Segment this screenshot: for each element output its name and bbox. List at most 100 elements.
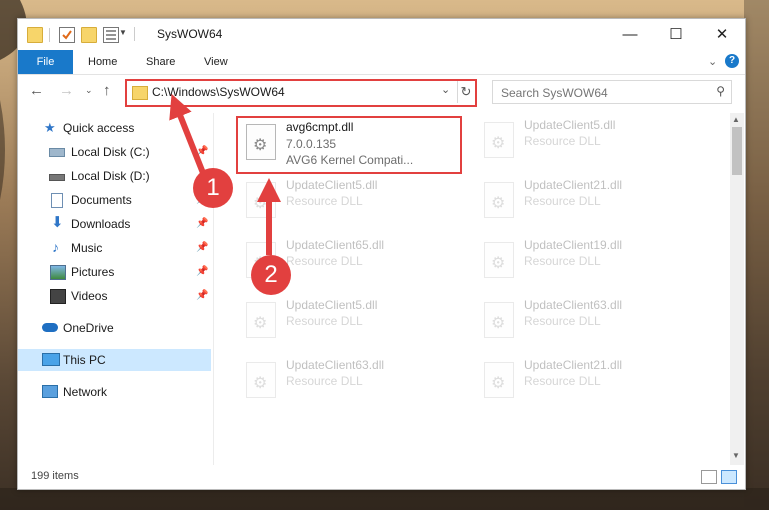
scroll-up-icon[interactable]: ▲ — [732, 115, 740, 124]
sidebar-item-onedrive[interactable]: OneDrive — [18, 317, 211, 339]
gear-icon: ⚙ — [491, 315, 506, 332]
sidebar-item-label: Local Disk (C:) — [71, 145, 150, 159]
file-item[interactable]: ⚙ UpdateClient21.dll Resource DLL — [476, 356, 706, 412]
maximize-button[interactable]: ☐ — [653, 19, 699, 50]
pin-icon[interactable]: 📌 — [196, 285, 208, 307]
scroll-thumb[interactable] — [732, 127, 742, 175]
file-type: Resource DLL — [286, 374, 363, 388]
sidebar-item-documents[interactable]: Documents 📌 — [18, 189, 211, 211]
file-name: UpdateClient5.dll — [524, 118, 616, 132]
sidebar-item-network[interactable]: Network — [18, 381, 211, 403]
music-icon: ♪ — [52, 239, 59, 255]
file-type: Resource DLL — [524, 254, 601, 268]
pin-icon[interactable]: 📌 — [196, 261, 208, 283]
file-list: ⚙ avg6cmpt.dll 7.0.0.135 AVG6 Kernel Com… — [214, 113, 729, 465]
sidebar-item-label: Videos — [71, 289, 108, 303]
sidebar-item-pictures[interactable]: Pictures 📌 — [18, 261, 211, 283]
file-item[interactable]: ⚙ UpdateClient19.dll Resource DLL — [476, 236, 706, 292]
details-view-icon[interactable] — [701, 470, 717, 484]
file-item[interactable]: ⚙ UpdateClient5.dll Resource DLL — [238, 176, 468, 232]
help-button[interactable]: ? — [725, 54, 739, 68]
sidebar-item-music[interactable]: ♪ Music 📌 — [18, 237, 211, 259]
expand-ribbon-icon[interactable]: ⌄ — [708, 55, 717, 68]
file-type: Resource DLL — [286, 254, 363, 268]
step-2-callout: 2 — [251, 255, 291, 295]
file-name: UpdateClient63.dll — [286, 358, 385, 372]
file-name: UpdateClient65.dll — [286, 238, 385, 252]
title-bar: ▼ SysWOW64 — ☐ ✕ — [18, 19, 745, 50]
tab-file[interactable]: File — [18, 50, 73, 74]
gear-icon: ⚙ — [491, 195, 506, 212]
gear-icon: ⚙ — [491, 255, 506, 272]
navigation-pane: ★ Quick access Local Disk (C:) 📌 Local D… — [18, 113, 211, 465]
properties-icon[interactable] — [59, 27, 75, 43]
tab-home[interactable]: Home — [88, 50, 117, 74]
refresh-button[interactable]: ↻ — [457, 81, 474, 103]
search-icon[interactable]: ⚲ — [716, 84, 725, 98]
cloud-icon — [42, 323, 58, 332]
document-icon — [51, 193, 63, 208]
file-type: Resource DLL — [286, 194, 363, 208]
dll-file-icon: ⚙ — [484, 242, 514, 278]
sidebar-item-label: Quick access — [63, 121, 135, 135]
sidebar-item-quick-access[interactable]: ★ Quick access — [18, 117, 211, 139]
new-folder-icon[interactable] — [81, 27, 97, 43]
tab-view[interactable]: View — [204, 50, 228, 74]
star-icon: ★ — [44, 120, 56, 135]
dll-file-icon: ⚙ — [484, 362, 514, 398]
chevron-down-icon[interactable]: ⌄ — [441, 83, 450, 96]
forward-arrow-icon[interactable]: → — [59, 82, 74, 99]
chevron-down-icon[interactable]: ▼ — [119, 28, 127, 37]
recent-locations-icon[interactable]: ⌄ — [85, 85, 93, 96]
sidebar-item-label: Pictures — [71, 265, 115, 279]
file-name: UpdateClient21.dll — [524, 178, 623, 192]
scroll-down-icon[interactable]: ▼ — [732, 451, 740, 460]
file-item-avg6cmpt[interactable]: ⚙ avg6cmpt.dll 7.0.0.135 AVG6 Kernel Com… — [236, 116, 462, 174]
sidebar-item-videos[interactable]: Videos 📌 — [18, 285, 211, 307]
file-item[interactable]: ⚙ UpdateClient63.dll Resource DLL — [476, 296, 706, 352]
sidebar-item-local-disk-c[interactable]: Local Disk (C:) 📌 — [18, 141, 211, 163]
back-arrow-icon[interactable]: ← — [29, 82, 44, 99]
folder-icon — [27, 27, 43, 43]
sidebar-item-label: This PC — [63, 353, 106, 367]
window-title: SysWOW64 — [157, 27, 223, 41]
step-1-callout: 1 — [193, 168, 233, 208]
tab-share[interactable]: Share — [146, 50, 175, 74]
tiles-view-icon[interactable] — [721, 470, 737, 484]
address-bar[interactable]: C:\Windows\SysWOW64 ⌄ ↻ — [125, 79, 477, 107]
search-box[interactable]: ⚲ — [492, 80, 732, 104]
sidebar-item-label: Local Disk (D:) — [71, 169, 150, 183]
minimize-button[interactable]: — — [607, 19, 653, 50]
file-item[interactable]: ⚙ UpdateClient63.dll Resource DLL — [238, 356, 468, 412]
sidebar-item-label: Network — [63, 385, 108, 399]
customize-icon[interactable] — [103, 27, 119, 43]
status-bar: 199 items — [18, 465, 745, 489]
pin-icon[interactable]: 📌 — [196, 213, 208, 235]
file-type: Resource DLL — [524, 374, 601, 388]
file-name: UpdateClient21.dll — [524, 358, 623, 372]
file-item[interactable]: ⚙ UpdateClient21.dll Resource DLL — [476, 176, 706, 232]
up-arrow-icon[interactable]: ↑ — [103, 82, 111, 99]
folder-icon — [132, 86, 148, 100]
vertical-scrollbar[interactable]: ▲ ▼ — [730, 113, 744, 465]
address-path[interactable]: C:\Windows\SysWOW64 — [152, 85, 285, 99]
network-icon — [42, 385, 58, 398]
sidebar-item-this-pc[interactable]: This PC — [18, 349, 211, 371]
file-type: Resource DLL — [524, 314, 601, 328]
pin-icon[interactable]: 📌 — [196, 237, 208, 259]
gear-icon: ⚙ — [253, 375, 268, 392]
file-item[interactable]: ⚙ UpdateClient5.dll Resource DLL — [238, 296, 468, 352]
dll-file-icon: ⚙ — [484, 182, 514, 218]
file-item[interactable]: ⚙ UpdateClient5.dll Resource DLL — [476, 116, 706, 172]
file-name: UpdateClient5.dll — [286, 298, 378, 312]
file-type: Resource DLL — [286, 314, 363, 328]
close-button[interactable]: ✕ — [699, 19, 745, 50]
video-icon — [50, 289, 66, 304]
pin-icon[interactable]: 📌 — [196, 141, 208, 163]
gear-icon: ⚙ — [253, 195, 268, 212]
file-name: avg6cmpt.dll — [286, 120, 354, 134]
sidebar-item-local-disk-d[interactable]: Local Disk (D:) — [18, 165, 211, 187]
dll-file-icon: ⚙ — [246, 124, 276, 160]
sidebar-item-downloads[interactable]: ⬇ Downloads 📌 — [18, 213, 211, 235]
search-input[interactable] — [499, 83, 703, 102]
